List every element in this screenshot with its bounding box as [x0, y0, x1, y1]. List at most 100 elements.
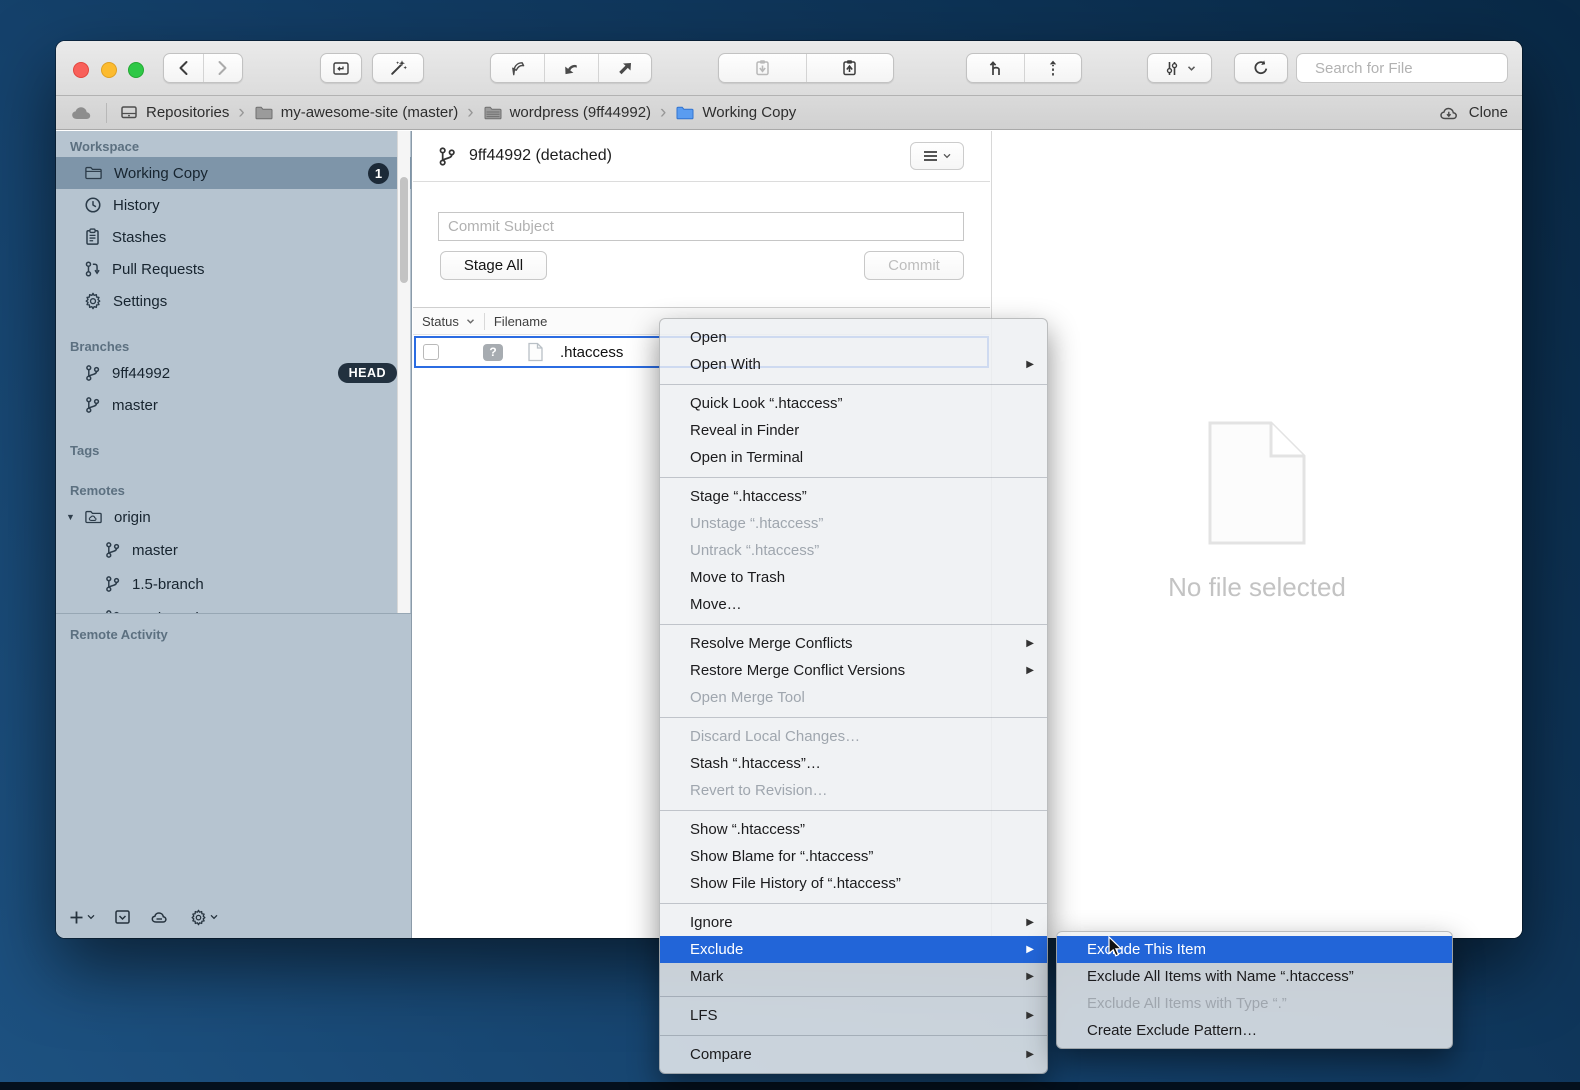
commit-button[interactable]: Commit	[864, 251, 964, 280]
cloud-icon[interactable]	[70, 104, 96, 122]
breadcrumb-submodule[interactable]: wordpress (9ff44992)	[483, 104, 651, 121]
plus-icon	[69, 910, 84, 925]
sidebar-item-origin-master[interactable]: master	[56, 533, 411, 567]
menu-item-label: Move…	[690, 596, 742, 613]
inbox-button[interactable]	[114, 909, 131, 925]
breadcrumb-bar: Repositories › my-awesome-site (master) …	[56, 96, 1522, 130]
search-input[interactable]	[1313, 59, 1516, 78]
close-window-button[interactable]	[73, 62, 89, 78]
sidebar-item-label: master	[112, 397, 158, 414]
search-field[interactable]	[1296, 53, 1508, 83]
sidebar-item-settings[interactable]: Settings	[56, 285, 411, 317]
menu-item-stage[interactable]: Stage “.htaccess”	[660, 483, 1047, 510]
menu-item-discard-local-changes: Discard Local Changes…	[660, 723, 1047, 750]
refresh-button[interactable]	[1234, 53, 1288, 83]
disclosure-triangle-icon[interactable]: ▼	[66, 512, 75, 522]
menu-item-quick-look[interactable]: Quick Look “.htaccess”	[660, 390, 1047, 417]
zoom-window-button[interactable]	[128, 62, 144, 78]
view-options-button[interactable]	[910, 142, 964, 170]
clipboard-icon	[84, 228, 101, 246]
submodule-folder-icon	[483, 105, 503, 121]
push-button[interactable]	[599, 54, 651, 82]
stage-all-button[interactable]: Stage All	[440, 251, 547, 280]
menu-item-move-to-trash[interactable]: Move to Trash	[660, 564, 1047, 591]
fetch-arrow-icon	[509, 60, 527, 77]
quick-actions-button[interactable]	[372, 53, 424, 83]
menu-item-reveal-in-finder[interactable]: Reveal in Finder	[660, 417, 1047, 444]
chevron-down-icon[interactable]	[466, 318, 475, 325]
create-tag-button[interactable]	[1025, 54, 1081, 82]
submenu-arrow-icon: ▶	[1026, 630, 1034, 657]
section-header-remotes: Remotes	[56, 475, 411, 501]
chevron-down-icon	[1187, 65, 1196, 72]
menu-item-restore-merge-conflict-versions[interactable]: Restore Merge Conflict Versions▶	[660, 657, 1047, 684]
menu-separator	[660, 384, 1047, 385]
clone-button[interactable]: Clone	[1438, 104, 1508, 122]
menu-item-label: Compare	[690, 1046, 752, 1063]
stage-checkbox[interactable]	[423, 344, 439, 360]
menu-item-untrack: Untrack “.htaccess”	[660, 537, 1047, 564]
menu-item-show-blame[interactable]: Show Blame for “.htaccess”	[660, 843, 1047, 870]
unstash-button[interactable]	[807, 54, 893, 82]
column-header-filename[interactable]: Filename	[494, 314, 547, 329]
sidebar-item-origin-1-5-branch[interactable]: 1.5-branch	[56, 567, 411, 601]
sidebar-settings-button[interactable]	[190, 909, 218, 926]
forward-button[interactable]	[204, 54, 242, 82]
menu-item-stash[interactable]: Stash “.htaccess”…	[660, 750, 1047, 777]
sidebar-item-origin-2-0-branch[interactable]: 2.0-branch	[56, 601, 411, 613]
sidebar-item-label: 1.5-branch	[132, 576, 204, 593]
sidebar-item-working-copy[interactable]: Working Copy 1	[56, 157, 411, 189]
back-button[interactable]	[164, 54, 203, 82]
breadcrumb-separator-icon: ›	[467, 102, 473, 124]
menu-item-resolve-merge-conflicts[interactable]: Resolve Merge Conflicts▶	[660, 630, 1047, 657]
sidebar-item-branch-9ff44992[interactable]: 9ff44992 HEAD	[56, 357, 411, 389]
screen-bottom-edge	[0, 1082, 1580, 1090]
menu-item-label: Move to Trash	[690, 569, 785, 586]
commit-subject-input[interactable]	[438, 212, 964, 241]
cloud-accounts-button[interactable]	[150, 909, 171, 925]
menu-item-open-in-terminal[interactable]: Open in Terminal	[660, 444, 1047, 471]
breadcrumb-label: Working Copy	[702, 104, 796, 121]
sidebar-item-history[interactable]: History	[56, 189, 411, 221]
menu-item-revert-to-revision: Revert to Revision…	[660, 777, 1047, 804]
menu-separator	[660, 624, 1047, 625]
filter-button[interactable]	[1147, 53, 1212, 83]
breadcrumb-working-copy[interactable]: Working Copy	[675, 104, 796, 121]
menu-item-label: Restore Merge Conflict Versions	[690, 662, 905, 679]
menu-item-open[interactable]: Open	[660, 324, 1047, 351]
add-button[interactable]	[69, 910, 95, 925]
sidebar-item-branch-master[interactable]: master	[56, 389, 411, 421]
sidebar-scroll-area: Workspace Working Copy 1 History	[56, 131, 411, 613]
menu-item-mark[interactable]: Mark▶	[660, 963, 1047, 990]
menu-item-show-file-history[interactable]: Show File History of “.htaccess”	[660, 870, 1047, 897]
open-repository-button[interactable]	[320, 53, 362, 83]
menu-item-exclude-all-with-name[interactable]: Exclude All Items with Name “.htaccess”	[1057, 963, 1452, 990]
sidebar-scrollbar[interactable]	[397, 131, 410, 613]
pull-button[interactable]	[545, 54, 597, 82]
menu-item-open-with[interactable]: Open With ▶	[660, 351, 1047, 378]
column-header-status[interactable]: Status	[422, 314, 459, 329]
sliders-icon	[1163, 60, 1181, 77]
scrollbar-thumb[interactable]	[400, 177, 408, 283]
breadcrumb-repo[interactable]: my-awesome-site (master)	[254, 104, 459, 121]
create-branch-button[interactable]	[967, 54, 1024, 82]
menu-item-label: Open With	[690, 356, 761, 373]
menu-item-open-merge-tool: Open Merge Tool	[660, 684, 1047, 711]
sidebar-item-stashes[interactable]: Stashes	[56, 221, 411, 253]
fetch-button[interactable]	[491, 54, 544, 82]
repo-folder-icon	[332, 60, 350, 76]
menu-item-create-exclude-pattern[interactable]: Create Exclude Pattern…	[1057, 1017, 1452, 1044]
submenu-arrow-icon: ▶	[1026, 351, 1034, 378]
minimize-window-button[interactable]	[101, 62, 117, 78]
menu-item-move[interactable]: Move…	[660, 591, 1047, 618]
menu-item-lfs[interactable]: LFS▶	[660, 1002, 1047, 1029]
menu-item-exclude[interactable]: Exclude▶	[660, 936, 1047, 963]
menu-item-compare[interactable]: Compare▶	[660, 1041, 1047, 1068]
stash-button[interactable]	[719, 54, 806, 82]
menu-item-ignore[interactable]: Ignore▶	[660, 909, 1047, 936]
menu-item-show[interactable]: Show “.htaccess”	[660, 816, 1047, 843]
breadcrumb-repositories[interactable]: Repositories	[119, 104, 229, 121]
sidebar-item-pull-requests[interactable]: Pull Requests	[56, 253, 411, 285]
sidebar-item-remote-origin[interactable]: ▼ origin	[56, 501, 411, 533]
column-divider[interactable]	[484, 313, 485, 330]
